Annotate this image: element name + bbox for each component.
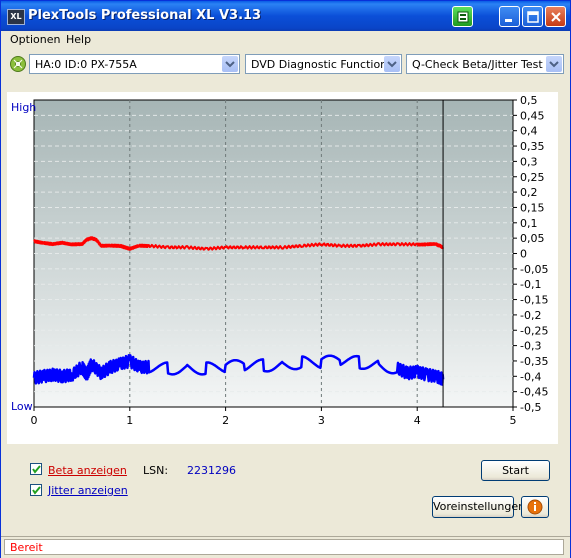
y-tick-label: 0 bbox=[520, 248, 527, 261]
drive-select[interactable]: HA:0 ID:0 PX-755A bbox=[29, 54, 240, 74]
status-text: Bereit bbox=[10, 541, 43, 554]
chevron-down-icon[interactable] bbox=[222, 56, 238, 72]
checkmark-icon bbox=[32, 465, 41, 474]
info-button[interactable] bbox=[521, 496, 549, 518]
y-tick-label: 0,2 bbox=[520, 186, 538, 199]
jitter-label-text: Jitter anzeigen bbox=[48, 484, 128, 497]
y-tick-label: -0,15 bbox=[520, 294, 548, 307]
app-window: XL PlexTools Professional XL V3.13 Optio… bbox=[0, 0, 571, 558]
checkmark-icon bbox=[32, 486, 41, 495]
y-tick-label: 0,35 bbox=[520, 140, 545, 153]
x-tick-label: 5 bbox=[510, 414, 517, 427]
status-field: Bereit bbox=[4, 539, 564, 555]
menu-bar: Optionen Help bbox=[1, 31, 570, 49]
close-icon bbox=[551, 12, 561, 22]
beta-jitter-chart: 0 1 2 3 4 5 0,5 0,45 0,4 0,35 0,3 0,25 0,2 0,15 0,1 0,… bbox=[7, 92, 558, 444]
x-tick-label: 3 bbox=[318, 414, 325, 427]
low-label: Low bbox=[11, 400, 33, 413]
y-tick-label: -0,05 bbox=[520, 263, 548, 276]
y-tick-label: 0,5 bbox=[520, 94, 538, 107]
lsn-label: LSN: bbox=[143, 464, 169, 477]
info-icon bbox=[527, 499, 543, 515]
y-tick-label: -0,4 bbox=[520, 370, 541, 383]
y-tick-label: 0,4 bbox=[520, 125, 538, 138]
menu-help[interactable]: Help bbox=[66, 33, 91, 46]
function-select[interactable]: DVD Diagnostic Functions bbox=[245, 54, 402, 74]
jitter-label[interactable]: Jitter anzeigen bbox=[48, 484, 128, 497]
app-logo-icon: XL bbox=[7, 9, 25, 25]
beta-label-text: Beta anzeigen bbox=[48, 464, 127, 477]
y-tick-label: -0,1 bbox=[520, 278, 541, 291]
y-tick-label: -0,45 bbox=[520, 386, 548, 399]
status-bar: Bereit bbox=[1, 536, 570, 558]
close-button[interactable] bbox=[545, 6, 566, 27]
y-tick-label: 0,05 bbox=[520, 232, 545, 245]
x-tick-label: 2 bbox=[222, 414, 229, 427]
y-tick-label: -0,2 bbox=[520, 309, 541, 322]
function-select-value: DVD Diagnostic Functions bbox=[251, 58, 393, 71]
options-panel: Beta anzeigen LSN: 2231296 Jitter anzeig… bbox=[11, 450, 558, 526]
maximize-button[interactable] bbox=[522, 6, 543, 27]
drive-select-value: HA:0 ID:0 PX-755A bbox=[35, 58, 137, 71]
window-title: PlexTools Professional XL V3.13 bbox=[28, 8, 262, 23]
x-tick-label: 0 bbox=[31, 414, 38, 427]
chevron-down-icon[interactable] bbox=[384, 56, 400, 72]
title-bar[interactable]: XL PlexTools Professional XL V3.13 bbox=[1, 1, 570, 31]
y-tick-label: -0,3 bbox=[520, 340, 541, 353]
toolbar: HA:0 ID:0 PX-755A DVD Diagnostic Functio… bbox=[1, 51, 570, 77]
chevron-down-icon[interactable] bbox=[546, 56, 562, 72]
beta-checkbox[interactable] bbox=[30, 463, 42, 475]
test-select-value: Q-Check Beta/Jitter Test bbox=[412, 58, 543, 71]
x-tick-label: 1 bbox=[126, 414, 133, 427]
minimize-button[interactable] bbox=[499, 6, 520, 27]
y-tick-label: -0,25 bbox=[520, 324, 548, 337]
chart-panel: 0 1 2 3 4 5 0,5 0,45 0,4 0,35 0,3 0,25 0,2 0,15 0,1 0,… bbox=[7, 92, 558, 444]
x-tick-label: 4 bbox=[414, 414, 421, 427]
y-tick-label: 0,45 bbox=[520, 109, 545, 122]
maximize-icon bbox=[527, 11, 539, 23]
y-tick-label: 0,25 bbox=[520, 171, 545, 184]
settings-button[interactable]: Voreinstellungen bbox=[432, 496, 525, 518]
beta-label[interactable]: Beta anzeigen bbox=[48, 464, 127, 477]
y-tick-label: -0,5 bbox=[520, 401, 541, 414]
menu-optionen[interactable]: Optionen bbox=[10, 33, 60, 46]
start-button[interactable]: Start bbox=[481, 460, 550, 481]
test-select[interactable]: Q-Check Beta/Jitter Test bbox=[406, 54, 564, 74]
jitter-checkbox[interactable] bbox=[30, 484, 42, 496]
disc-tool-button[interactable] bbox=[452, 6, 473, 27]
y-tick-label: 0,3 bbox=[520, 155, 538, 168]
y-tick-label: -0,35 bbox=[520, 355, 548, 368]
y-tick-label: 0,15 bbox=[520, 201, 545, 214]
chart-grid bbox=[34, 100, 513, 407]
minimize-icon bbox=[505, 19, 512, 22]
disc-tool-icon bbox=[457, 11, 469, 23]
lsn-value: 2231296 bbox=[187, 464, 236, 477]
high-label: High bbox=[11, 101, 36, 114]
y-tick-label: 0,1 bbox=[520, 217, 538, 230]
